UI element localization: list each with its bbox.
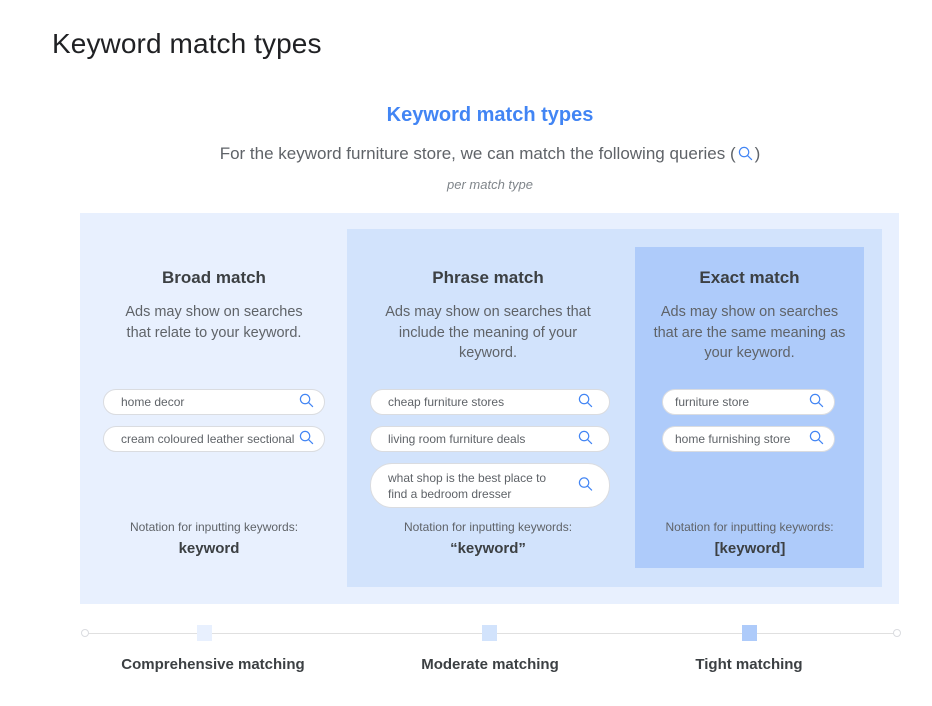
search-icon — [299, 393, 314, 411]
scale-end-dot — [893, 629, 901, 637]
column-title: Phrase match — [432, 268, 544, 287]
diagram-subtitle: For the keyword furniture store, we can … — [0, 144, 932, 166]
query-text: living room furniture deals — [388, 432, 526, 446]
query-text: cheap furniture stores — [388, 395, 505, 409]
scale-start-dot — [81, 629, 89, 637]
notation-value: keyword — [178, 540, 240, 557]
query-pill: what shop is the best place to find a be… — [370, 463, 610, 508]
query-pill: living room furniture deals — [370, 426, 610, 452]
notation-value: [keyword] — [714, 540, 786, 557]
query-pill: furniture store — [662, 389, 835, 415]
diagram-note: per match type — [447, 177, 533, 192]
notation-value: “keyword” — [450, 540, 526, 557]
scale-label-moderate: Moderate matching — [421, 656, 559, 673]
search-icon — [809, 393, 824, 411]
scale-marker-comprehensive — [197, 625, 212, 641]
query-pill: cream coloured leather sectional — [103, 426, 325, 452]
notation-label: Notation for inputting keywords: — [665, 520, 834, 534]
search-icon — [578, 476, 593, 495]
phrase-match-column: Phrase match Ads may show on searches th… — [373, 268, 603, 364]
exact-match-column: Exact match Ads may show on searches tha… — [635, 268, 864, 364]
column-title: Exact match — [699, 268, 800, 287]
notation-label: Notation for inputting keywords: — [129, 520, 299, 534]
query-text: home decor — [121, 395, 185, 409]
column-description: Ads may show on searches that include th… — [385, 304, 591, 361]
scale-marker-tight — [742, 625, 757, 641]
diagram-title: Keyword match types — [386, 104, 594, 126]
column-title: Broad match — [162, 268, 266, 287]
broad-match-column: Broad match Ads may show on searches tha… — [99, 268, 329, 343]
search-icon — [578, 393, 593, 411]
page-title: Keyword match types — [52, 28, 322, 59]
column-description: Ads may show on searches that are the sa… — [653, 304, 846, 361]
search-icon — [578, 430, 593, 448]
scale-label-comprehensive: Comprehensive matching — [121, 656, 305, 673]
query-pill: cheap furniture stores — [370, 389, 610, 415]
search-icon — [738, 146, 753, 166]
query-text: what shop is the best place to find a be… — [388, 470, 547, 501]
scale-marker-moderate — [482, 625, 497, 641]
subtitle-close: ) — [754, 144, 761, 163]
column-description: Ads may show on searches that relate to … — [125, 304, 303, 341]
notation-label: Notation for inputting keywords: — [403, 520, 573, 534]
query-pill: home decor — [103, 389, 325, 415]
subtitle-text: For the keyword furniture store, we can … — [219, 144, 736, 163]
scale-label-tight: Tight matching — [695, 656, 803, 673]
query-text: cream coloured leather sectional — [121, 432, 295, 446]
search-icon — [299, 430, 314, 448]
search-icon — [809, 430, 824, 448]
query-pill: home furnishing store — [662, 426, 835, 452]
